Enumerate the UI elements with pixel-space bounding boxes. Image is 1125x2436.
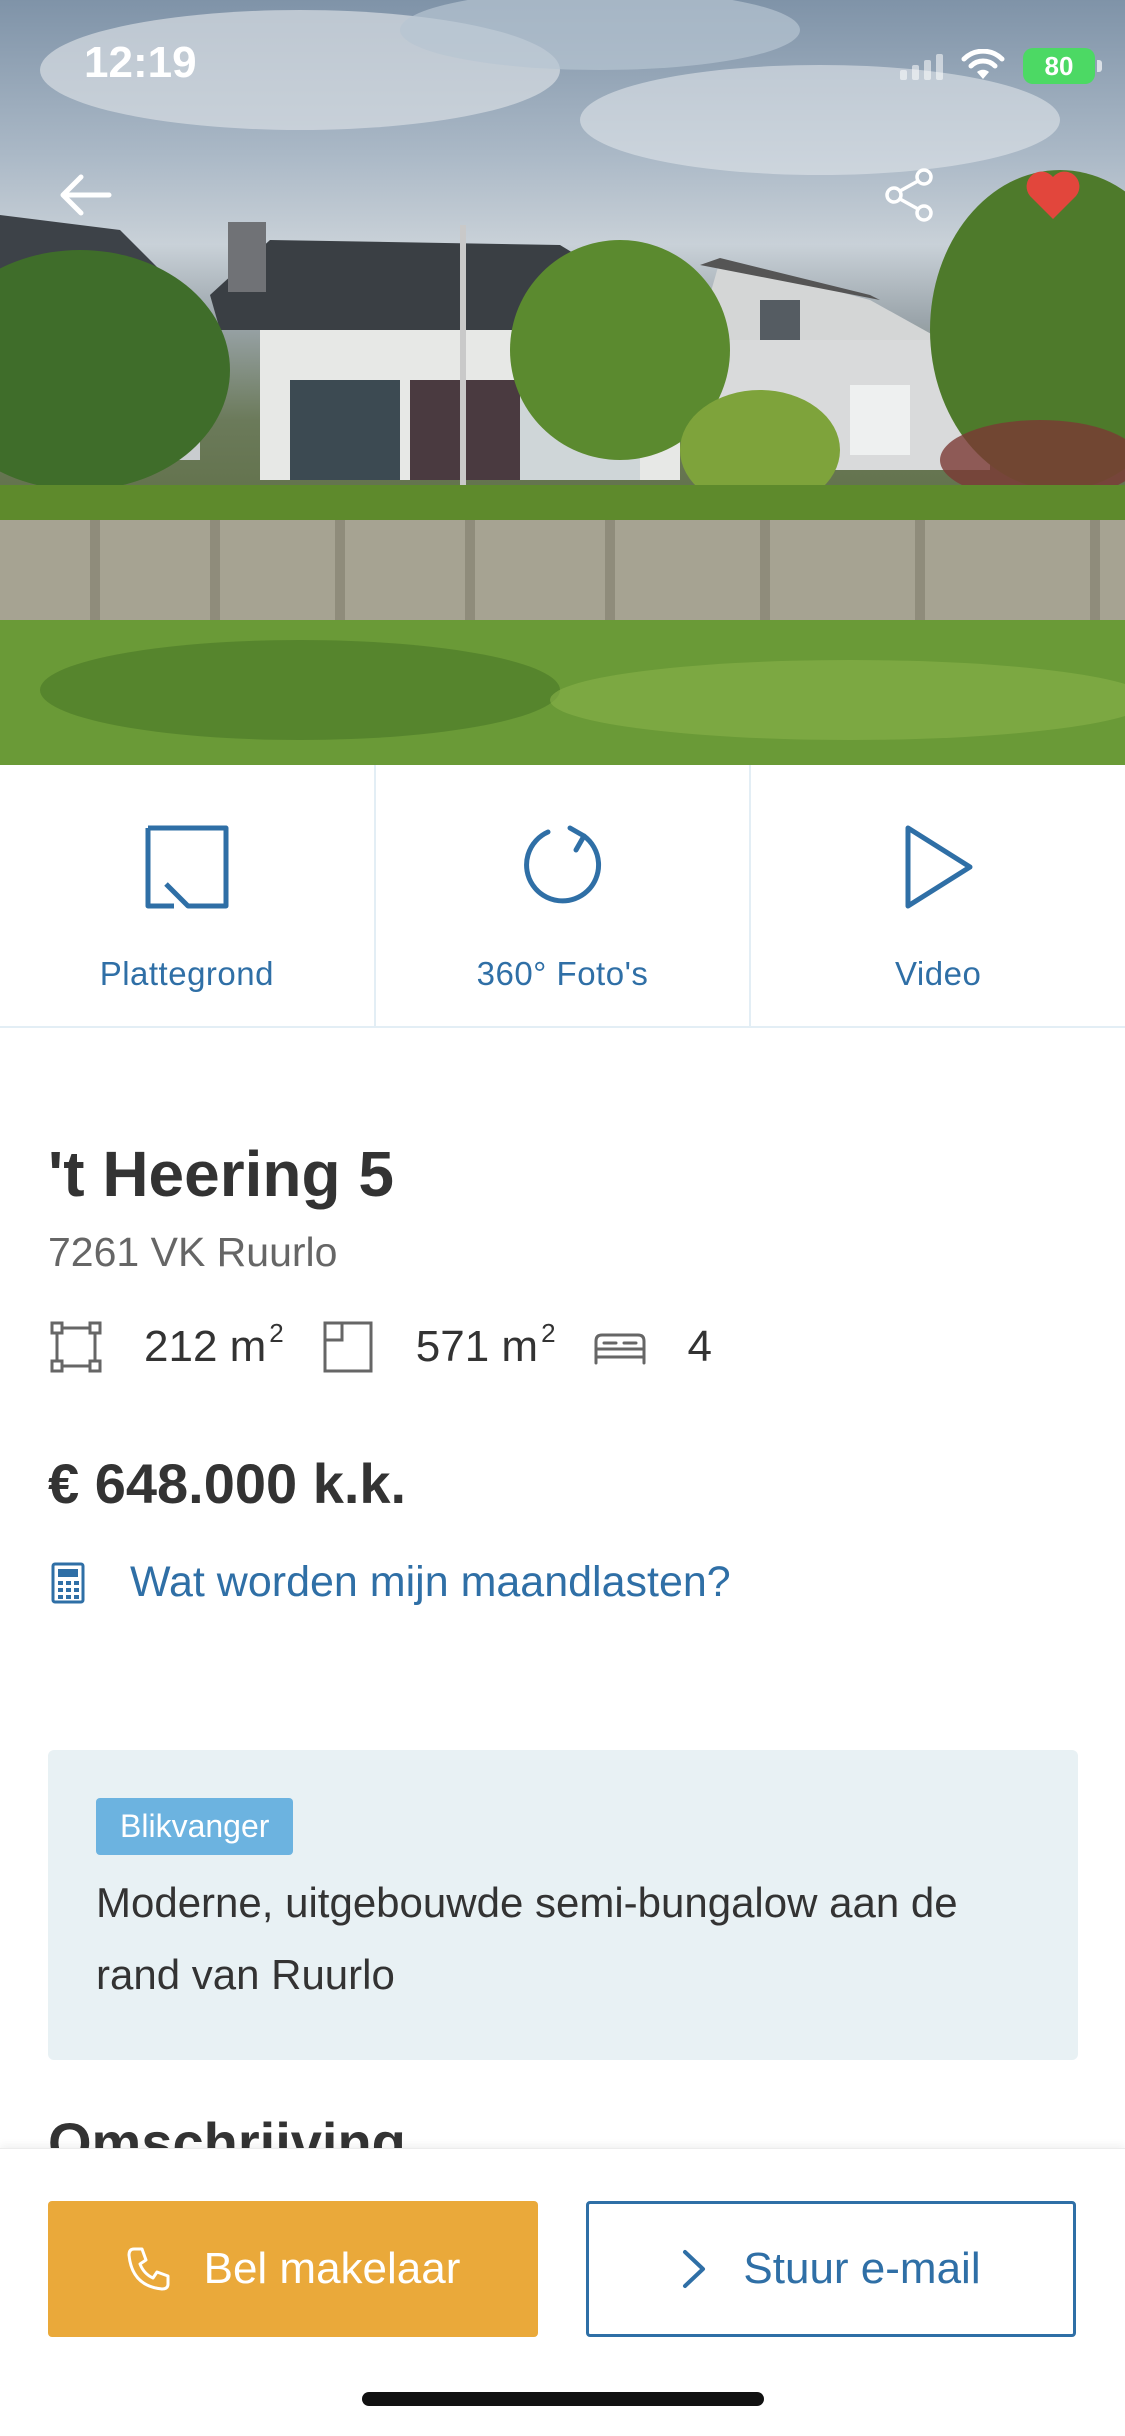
mortgage-calculator-link[interactable]: Wat worden mijn maandlasten? [48, 1558, 1078, 1607]
bedrooms-value: 4 [687, 1322, 713, 1371]
mortgage-link-label: Wat worden mijn maandlasten? [130, 1558, 731, 1606]
call-button-label: Bel makelaar [203, 2244, 461, 2293]
feature-living-area: 212 m2 [48, 1318, 284, 1375]
plot-area-icon [320, 1319, 376, 1375]
bed-icon [592, 1319, 648, 1375]
feature-plot-area: 571 m2 [320, 1318, 556, 1375]
tab-floorplan-label: Plattegrond [99, 955, 274, 992]
tab-floorplan[interactable]: Plattegrond [0, 765, 376, 1026]
play-icon [888, 817, 988, 917]
listing-postal-city: 7261 VK Ruurlo [48, 1229, 338, 1275]
tab-360-label: 360° Foto's [476, 955, 649, 992]
eye-catcher-badge: Blikvanger [96, 1798, 294, 1855]
phone-icon [127, 2247, 170, 2291]
heart-icon [1026, 171, 1080, 219]
eye-catcher-text: Moderne, uitgebouwde semi-bungalow aan d… [96, 1879, 958, 1998]
media-tabs: Plattegrond 360° Foto's Video [0, 765, 1125, 1028]
share-icon [885, 168, 933, 222]
tab-360-photos[interactable]: 360° Foto's [376, 765, 752, 1026]
floorplan-icon [137, 817, 237, 917]
status-time: 12:19 [84, 38, 197, 87]
email-button-label: Stuur e-mail [743, 2244, 981, 2293]
listing-screen: 12:19 80 Plattegrond 360° Foto's Video '… [0, 0, 1125, 2436]
home-indicator[interactable] [362, 2392, 764, 2406]
living-area-icon [48, 1319, 104, 1375]
living-area-value: 212 m2 [144, 1318, 284, 1371]
rotate-360-icon [513, 817, 613, 917]
calculator-icon [48, 1561, 88, 1605]
feature-bedrooms: 4 [592, 1319, 712, 1375]
eye-catcher-panel: Blikvanger Moderne, uitgebouwde semi-bun… [48, 1750, 1078, 2060]
battery-icon: 80 [1023, 48, 1102, 84]
tab-video[interactable]: Video [751, 765, 1125, 1026]
arrow-left-icon [60, 174, 112, 216]
plot-area-value: 571 m2 [415, 1318, 556, 1371]
listing-price: € 648.000 k.k. [48, 1452, 407, 1515]
listing-details: 't Heering 5 7261 VK Ruurlo 212 m2 571 m… [48, 1130, 1078, 1607]
wifi-icon [961, 49, 1005, 79]
feature-row: 212 m2 571 m2 4 [48, 1312, 1078, 1382]
share-button[interactable] [875, 160, 945, 230]
favorite-button[interactable] [1018, 160, 1088, 230]
send-email-button[interactable]: Stuur e-mail [586, 2201, 1076, 2337]
hero-photo[interactable]: 12:19 80 [0, 0, 1125, 765]
call-agent-button[interactable]: Bel makelaar [48, 2201, 538, 2337]
tab-video-label: Video [895, 955, 982, 992]
back-button[interactable] [50, 160, 120, 230]
listing-title: 't Heering 5 [48, 1138, 394, 1210]
chevron-right-icon [683, 2250, 706, 2288]
status-icons: 80 [900, 46, 1102, 86]
cellular-signal-icon [900, 52, 943, 80]
status-bar: 12:19 80 [0, 0, 1125, 140]
